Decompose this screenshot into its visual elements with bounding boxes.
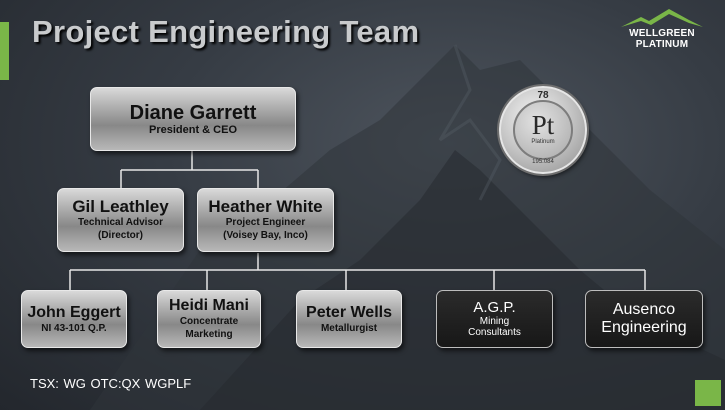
node-role: President & CEO xyxy=(148,123,238,136)
node-name: Heidi Mani xyxy=(168,297,249,314)
org-node-engineering-firm: Ausenco Engineering xyxy=(585,290,703,348)
node-name: Peter Wells xyxy=(306,303,392,321)
org-node-president: Diane Garrett President & CEO xyxy=(90,87,296,151)
node-role-line-1: Technical Advisor xyxy=(77,217,164,228)
node-name: Gil Leathley xyxy=(72,197,169,216)
node-name: Heather White xyxy=(208,197,323,216)
node-role-line-1: Project Engineer xyxy=(225,217,306,228)
org-node-project-engineer: Heather White Project Engineer (Voisey B… xyxy=(197,188,334,252)
node-name: John Eggert xyxy=(27,303,121,321)
node-role-line-2: (Voisey Bay, Inco) xyxy=(223,230,308,241)
node-role-line-1: Mining xyxy=(479,316,510,327)
node-name-line-2: Engineering xyxy=(601,319,687,336)
node-role-line-2: (Director) xyxy=(97,230,143,241)
org-node-metallurgist: Peter Wells Metallurgist xyxy=(296,290,402,348)
node-role-line-1: NI 43-101 Q.P. xyxy=(41,322,107,334)
node-name: Diane Garrett xyxy=(129,101,257,124)
org-node-concentrate-marketing: Heidi Mani Concentrate Marketing xyxy=(157,290,261,348)
node-role-line-2: Consultants xyxy=(468,327,521,338)
node-role-line-1: Concentrate xyxy=(179,316,239,327)
org-node-technical-advisor: Gil Leathley Technical Advisor (Director… xyxy=(57,188,184,252)
stock-ticker: TSX: WG OTC:QX WGPLF xyxy=(30,376,192,391)
node-name: A.G.P. xyxy=(473,299,516,316)
node-role-line-1: Metallurgist xyxy=(320,322,378,334)
slide: Project Engineering Team WELLGREEN PLATI… xyxy=(0,0,725,410)
node-role-line-2: Marketing xyxy=(185,329,233,340)
org-node-qualified-person: John Eggert NI 43-101 Q.P. xyxy=(21,290,127,348)
org-node-mining-consultants: A.G.P. Mining Consultants xyxy=(436,290,553,348)
node-name-line-1: Ausenco xyxy=(612,301,676,318)
